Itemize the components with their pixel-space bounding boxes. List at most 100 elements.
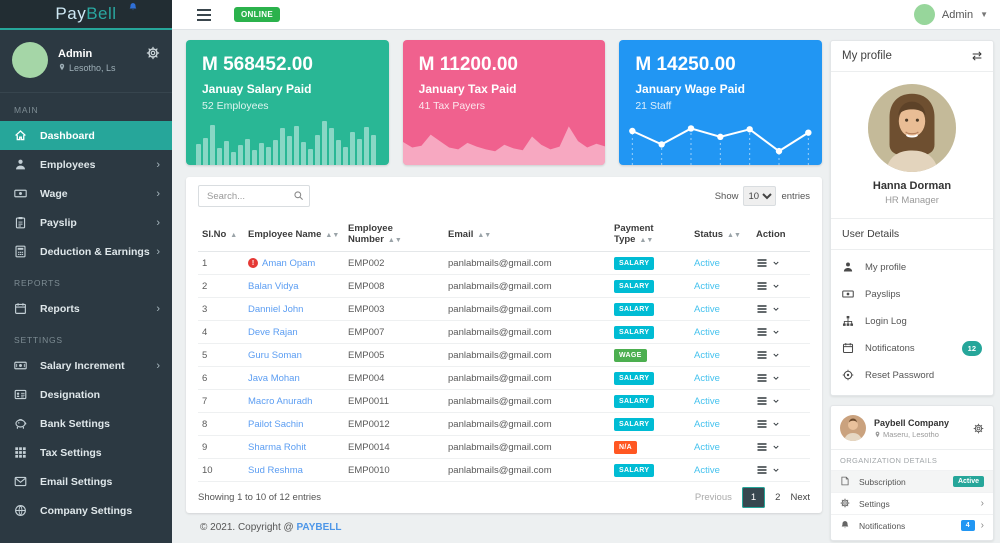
cell-action bbox=[752, 412, 810, 437]
sidebar-item-company-settings[interactable]: Company Settings bbox=[0, 496, 172, 525]
employee-name-link[interactable]: Aman Opam bbox=[262, 258, 315, 269]
pagination-page-1[interactable]: 1 bbox=[741, 487, 766, 509]
column-header-status[interactable]: Status ▲▼ bbox=[690, 217, 752, 253]
designation-icon bbox=[14, 388, 28, 402]
cell-email: panlabmails@gmail.com bbox=[444, 458, 610, 483]
cell-status: Active bbox=[690, 389, 752, 414]
column-header-employee-name[interactable]: Employee Name ▲▼ bbox=[244, 217, 344, 253]
column-header-email[interactable]: Email ▲▼ bbox=[444, 217, 610, 253]
sidebar-item-deduction-earnings[interactable]: Deduction & Earnings › bbox=[0, 237, 172, 266]
row-action-menu[interactable] bbox=[756, 441, 806, 453]
table-header-row: Sl.No ▲ Employee Name ▲▼ Employee Number ▲▼ Em… bbox=[198, 217, 810, 253]
payment-type-badge: SALARY bbox=[614, 417, 655, 431]
wage-paid-amount: M 14250.00 bbox=[635, 54, 736, 75]
row-action-menu[interactable] bbox=[756, 257, 806, 269]
company-settings-gear-icon[interactable] bbox=[973, 423, 984, 434]
employee-name-link[interactable]: Guru Soman bbox=[248, 350, 302, 361]
profile-settings-gear-icon[interactable] bbox=[146, 46, 160, 65]
sidebar-item-wage[interactable]: Wage › bbox=[0, 179, 172, 208]
sidebar-item-bank-settings[interactable]: Bank Settings bbox=[0, 409, 172, 438]
org-item-settings[interactable]: Settings › bbox=[831, 492, 993, 514]
sidebar-item-dashboard[interactable]: Dashboard bbox=[0, 121, 172, 150]
user-details-item-login-log[interactable]: Login Log bbox=[831, 308, 993, 335]
my-profile-card: My profile ⇄ Hanna Dorman HR Manager Use… bbox=[830, 40, 994, 396]
column-header-sl-no[interactable]: Sl.No ▲ bbox=[198, 217, 244, 253]
column-header-payment-type[interactable]: Payment Type ▲▼ bbox=[610, 217, 690, 253]
wage-icon bbox=[14, 187, 28, 201]
person-icon bbox=[842, 261, 855, 274]
employee-name-link[interactable]: Sud Reshma bbox=[248, 465, 303, 476]
sidebar-profile-location: Lesotho, Ls bbox=[58, 63, 116, 73]
entries-label: entries bbox=[781, 190, 810, 202]
menu-toggle-icon[interactable] bbox=[196, 8, 212, 22]
chevdownsm-icon bbox=[772, 282, 780, 290]
sidebar-section-label: MAIN bbox=[14, 105, 39, 115]
cell-employee-number: EMP004 bbox=[344, 366, 444, 391]
user-details-item-reset-password[interactable]: Reset Password bbox=[831, 362, 993, 389]
sidebar-item-email-settings[interactable]: Email Settings bbox=[0, 467, 172, 496]
org-item-subscription[interactable]: Subscription Active bbox=[831, 470, 993, 492]
sidebar-item-reports[interactable]: Reports › bbox=[0, 294, 172, 323]
sidebar-item-payslip[interactable]: Payslip › bbox=[0, 208, 172, 237]
bar bbox=[259, 142, 264, 166]
pagination: Previous 12 Next bbox=[695, 487, 810, 509]
cell-status: Active bbox=[690, 274, 752, 299]
column-header-employee-number[interactable]: Employee Number ▲▼ bbox=[344, 217, 444, 253]
row-action-menu[interactable] bbox=[756, 464, 806, 476]
pagination-previous[interactable]: Previous bbox=[695, 492, 732, 503]
employee-name-link[interactable]: Pailot Sachin bbox=[248, 419, 303, 430]
cell-status: Active bbox=[690, 343, 752, 368]
employee-name-link[interactable]: Danniel John bbox=[248, 304, 303, 315]
employee-name-link[interactable]: Deve Rajan bbox=[248, 327, 298, 338]
status-text: Active bbox=[694, 395, 720, 407]
app-window: PayBell Admin Lesotho, Ls MAIN Dashboard E… bbox=[0, 0, 1000, 543]
page-size-select[interactable]: 10 bbox=[743, 186, 777, 207]
employee-table-card: Show 10 entries Sl.No▲Employee Name▲▼Emp… bbox=[186, 177, 822, 514]
listmenu-icon bbox=[756, 372, 768, 384]
cell-employee-number: EMP005 bbox=[344, 343, 444, 368]
sidebar-item-employees[interactable]: Employees › bbox=[0, 150, 172, 179]
location-pin-icon bbox=[58, 63, 66, 73]
employee-name-link[interactable]: Macro Anuradh bbox=[248, 396, 312, 407]
swap-arrows-icon[interactable]: ⇄ bbox=[972, 50, 982, 62]
chevdownsm-icon bbox=[772, 328, 780, 336]
deductions-icon bbox=[14, 245, 28, 259]
employee-name-link[interactable]: Sharma Rohit bbox=[248, 442, 306, 453]
sidebar-item-label: Employees bbox=[40, 158, 96, 171]
bar bbox=[336, 139, 341, 166]
tax-paid-subtitle: 41 Tax Payers bbox=[418, 100, 486, 112]
cell-employee-name: Pailot Sachin bbox=[244, 412, 344, 437]
footer-brand-link[interactable]: PAYBELL bbox=[296, 522, 341, 533]
sidebar-item-tax-settings[interactable]: Tax Settings bbox=[0, 438, 172, 467]
row-action-menu[interactable] bbox=[756, 418, 806, 430]
bar bbox=[350, 131, 355, 166]
sidebar-item-designation[interactable]: Designation bbox=[0, 380, 172, 409]
employee-name-link[interactable]: Balan Vidya bbox=[248, 281, 299, 292]
employee-name-link[interactable]: Java Mohan bbox=[248, 373, 300, 384]
sidebar-item-salary-increment[interactable]: Salary Increment › bbox=[0, 351, 172, 380]
chevdownsm-icon bbox=[772, 397, 780, 405]
pagination-page-2[interactable]: 2 bbox=[775, 492, 780, 503]
row-action-menu[interactable] bbox=[756, 372, 806, 384]
cell-action bbox=[752, 320, 810, 345]
cell-email: panlabmails@gmail.com bbox=[444, 251, 610, 276]
org-item-notifications[interactable]: Notifications 4 › bbox=[831, 514, 993, 536]
user-details-item-my-profile[interactable]: My profile bbox=[831, 254, 993, 281]
row-action-menu[interactable] bbox=[756, 326, 806, 338]
pagination-next[interactable]: Next bbox=[790, 492, 810, 503]
user-details-item-notificatons[interactable]: Notificatons 12 bbox=[831, 335, 993, 362]
row-action-menu[interactable] bbox=[756, 395, 806, 407]
row-action-menu[interactable] bbox=[756, 349, 806, 361]
payment-type-badge: SALARY bbox=[614, 463, 655, 477]
row-action-menu[interactable] bbox=[756, 280, 806, 292]
logo-bell-icon bbox=[128, 2, 138, 12]
chevron-right-icon: › bbox=[156, 359, 160, 372]
cell-employee-name: Danniel John bbox=[244, 297, 344, 322]
cell-employee-name: Java Mohan bbox=[244, 366, 344, 391]
row-action-menu[interactable] bbox=[756, 303, 806, 315]
user-menu[interactable]: Admin ▼ bbox=[913, 4, 988, 25]
tax-paid-card: M 11200.00 January Tax Paid 41 Tax Payer… bbox=[402, 40, 606, 166]
company-location: Maseru, Lesotho bbox=[874, 430, 949, 439]
user-details-item-payslips[interactable]: Payslips bbox=[831, 281, 993, 308]
bar bbox=[329, 128, 334, 166]
